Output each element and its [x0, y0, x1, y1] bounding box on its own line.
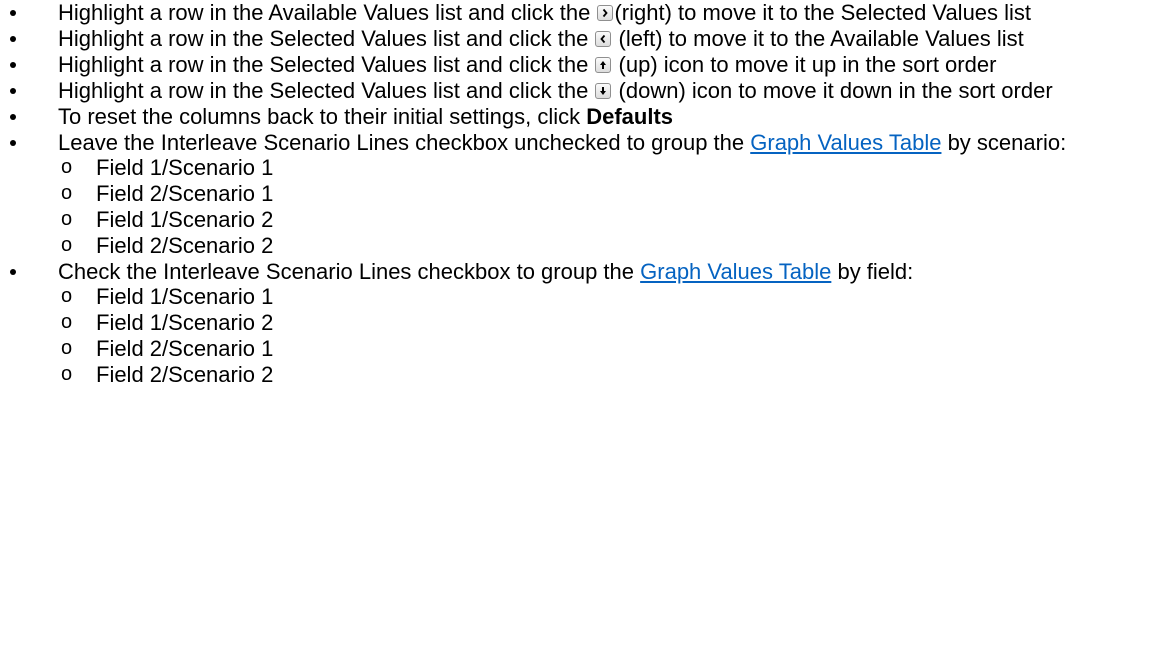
item-text-pre: Highlight a row in the Selected Values l…: [58, 26, 595, 51]
item-text-pre: Highlight a row in the Selected Values l…: [58, 52, 595, 77]
scenario-order-list: Field 1/Scenario 1 Field 2/Scenario 1 Fi…: [58, 155, 1098, 258]
item-text-pre: Highlight a row in the Available Values …: [58, 0, 597, 25]
item-text-post: (right) to move it to the Selected Value…: [614, 0, 1032, 25]
list-item-defaults: To reset the columns back to their initi…: [0, 104, 1098, 129]
item-text-pre: Highlight a row in the Selected Values l…: [58, 78, 595, 103]
defaults-label: Defaults: [586, 104, 674, 129]
chevron-right-icon: [597, 5, 614, 21]
item-text-post: by scenario:: [941, 130, 1067, 155]
item-text-post: (left) to move it to the Available Value…: [612, 26, 1024, 51]
list-item: Field 1/Scenario 2: [0, 310, 1098, 335]
list-item: Field 1/Scenario 1: [0, 155, 1098, 180]
list-item-move-right: Highlight a row in the Available Values …: [0, 0, 1098, 25]
list-item-move-down: Highlight a row in the Selected Values l…: [0, 78, 1098, 103]
graph-values-table-link[interactable]: Graph Values Table: [640, 259, 831, 284]
arrow-up-icon: [595, 57, 612, 73]
list-item: Field 2/Scenario 1: [0, 336, 1098, 361]
item-text-pre: Leave the Interleave Scenario Lines chec…: [58, 130, 751, 155]
list-item-group-by-field: Check the Interleave Scenario Lines chec…: [0, 259, 1098, 387]
item-text-pre: Check the Interleave Scenario Lines chec…: [58, 259, 641, 284]
item-text-post: (down) icon to move it down in the sort …: [612, 78, 1053, 103]
list-item-move-up: Highlight a row in the Selected Values l…: [0, 52, 1098, 77]
document-page: Highlight a row in the Available Values …: [0, 0, 1163, 652]
list-item: Field 2/Scenario 2: [0, 233, 1098, 258]
item-text-pre: To reset the columns back to their initi…: [58, 104, 587, 129]
instruction-list: Highlight a row in the Available Values …: [0, 0, 1163, 387]
chevron-left-icon: [595, 31, 612, 47]
field-order-list: Field 1/Scenario 1 Field 1/Scenario 2 Fi…: [58, 284, 1098, 387]
list-item: Field 2/Scenario 1: [0, 181, 1098, 206]
item-text-post: by field:: [831, 259, 914, 284]
list-item-move-left: Highlight a row in the Selected Values l…: [0, 26, 1098, 51]
list-item-group-by-scenario: Leave the Interleave Scenario Lines chec…: [0, 130, 1098, 258]
list-item: Field 1/Scenario 1: [0, 284, 1098, 309]
list-item: Field 2/Scenario 2: [0, 362, 1098, 387]
graph-values-table-link[interactable]: Graph Values Table: [750, 130, 941, 155]
arrow-down-icon: [595, 83, 612, 99]
item-text-post: (up) icon to move it up in the sort orde…: [612, 52, 997, 77]
list-item: Field 1/Scenario 2: [0, 207, 1098, 232]
